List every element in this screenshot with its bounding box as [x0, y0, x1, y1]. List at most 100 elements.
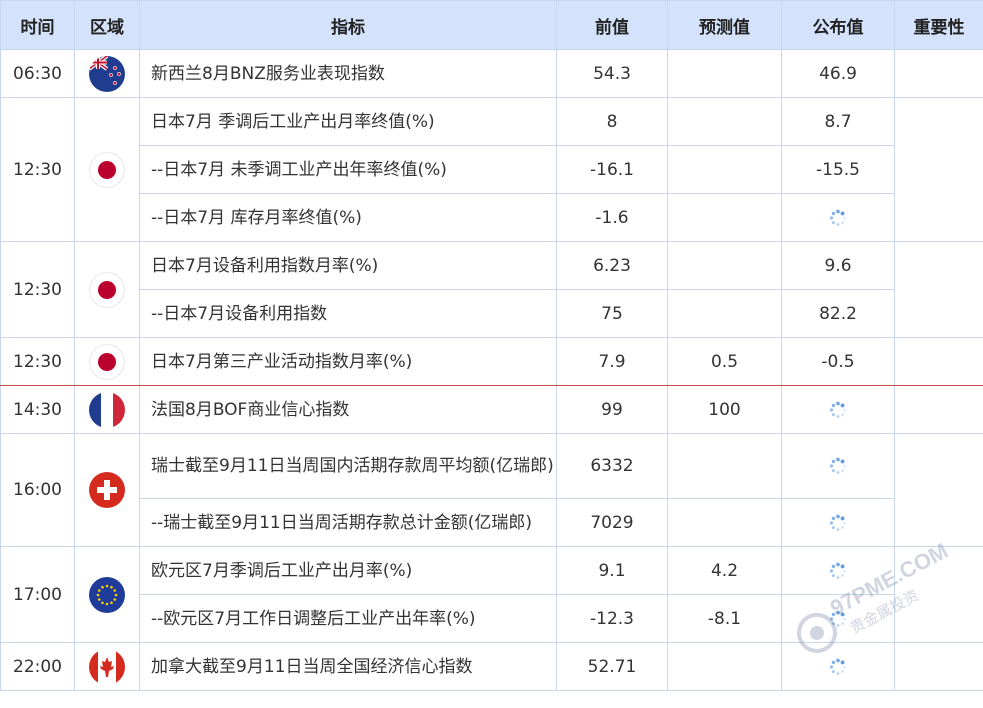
previous-value: 8	[556, 97, 668, 146]
row-time: 06:30	[0, 49, 75, 98]
forecast-value	[667, 145, 782, 194]
row-time: 22:00	[0, 642, 75, 691]
table-row: 17:00 欧元区7月季调后工业产出月率(%) 9.1 4.2	[0, 546, 983, 643]
row-time: 17:00	[0, 546, 75, 643]
table-row: --日本7月 库存月率终值(%) -1.6	[1, 193, 983, 242]
table-row: 14:30 法国8月BOF商业信心指数 99 100	[0, 385, 983, 434]
actual-value: 9.6	[781, 241, 895, 290]
previous-value: 99	[556, 385, 668, 434]
previous-value: 7029	[556, 498, 668, 547]
row-time: 14:30	[0, 385, 75, 434]
indicator-name: 瑞士截至9月11日当周国内活期存款周平均额(亿瑞郎)	[139, 433, 557, 499]
importance-cell	[894, 642, 983, 691]
canada-flag-icon	[89, 648, 125, 685]
loading-spinner-icon	[829, 514, 847, 532]
eurozone-flag-icon	[89, 576, 125, 613]
table-row: 12:30 日本7月 季调后工业产出月率终值(%) 8 8.7	[0, 97, 983, 242]
region-cell	[74, 642, 140, 691]
header-actual: 公布值	[781, 0, 895, 50]
region-cell	[74, 433, 140, 547]
previous-value: 6.23	[556, 241, 668, 290]
table-row: 12:30 日本7月第三产业活动指数月率(%) 7.9 0.5 -0.5	[0, 337, 983, 386]
actual-value: -0.5	[781, 337, 895, 386]
forecast-value	[667, 49, 782, 98]
previous-value: -1.6	[556, 193, 668, 242]
japan-flag-icon	[89, 151, 125, 188]
importance-cell	[894, 433, 983, 547]
table-row: 06:30 新西兰8月BNZ服务业表现指数 54.3 46.9	[0, 49, 983, 98]
indicator-name: --欧元区7月工作日调整后工业产出年率(%)	[139, 594, 557, 643]
loading-spinner-icon	[829, 209, 847, 227]
indicator-name: 日本7月设备利用指数月率(%)	[139, 241, 557, 290]
importance-cell	[894, 546, 983, 643]
forecast-value	[667, 498, 782, 547]
indicator-name: 日本7月第三产业活动指数月率(%)	[139, 337, 557, 386]
japan-flag-icon	[89, 343, 125, 380]
loading-spinner-icon	[829, 401, 847, 419]
table-header-row: 时间 区域 指标 前值 预测值 公布值 重要性	[0, 0, 983, 50]
actual-value: 8.7	[781, 97, 895, 146]
forecast-value: 0.5	[667, 337, 782, 386]
table-row: 22:00 加拿大截至9月11日当周全国经济信心指数 52.71	[0, 642, 983, 691]
new-zealand-flag-icon	[89, 55, 125, 92]
indicator-name: --日本7月设备利用指数	[139, 289, 557, 338]
japan-flag-icon	[89, 271, 125, 308]
indicator-name: 欧元区7月季调后工业产出月率(%)	[139, 546, 557, 595]
indicator-name: 新西兰8月BNZ服务业表现指数	[139, 49, 557, 98]
indicator-name: --日本7月 未季调工业产出年率终值(%)	[139, 145, 557, 194]
indicator-name: --日本7月 库存月率终值(%)	[139, 193, 557, 242]
previous-value: 75	[556, 289, 668, 338]
region-cell	[74, 546, 140, 643]
actual-value: 46.9	[781, 49, 895, 98]
france-flag-icon	[89, 391, 125, 428]
forecast-value	[667, 193, 782, 242]
header-indicator: 指标	[139, 0, 557, 50]
previous-value: -12.3	[556, 594, 668, 643]
indicator-name: 加拿大截至9月11日当周全国经济信心指数	[139, 642, 557, 691]
forecast-value: 100	[667, 385, 782, 434]
indicator-name: --瑞士截至9月11日当周活期存款总计金额(亿瑞郎)	[139, 498, 557, 547]
previous-value: 6332	[556, 433, 668, 499]
region-cell	[74, 385, 140, 434]
actual-value	[781, 642, 895, 691]
row-time: 12:30	[0, 97, 75, 242]
actual-value	[781, 385, 895, 434]
loading-spinner-icon	[829, 610, 847, 628]
importance-cell	[894, 49, 983, 98]
table-row: 16:00 瑞士截至9月11日当周国内活期存款周平均额(亿瑞郎) 6332	[0, 433, 983, 547]
forecast-value: 4.2	[667, 546, 782, 595]
loading-spinner-icon	[829, 562, 847, 580]
table-row: --日本7月 未季调工业产出年率终值(%) -16.1 -15.5	[1, 145, 983, 194]
table-row: --欧元区7月工作日调整后工业产出年率(%) -12.3 -8.1	[1, 594, 983, 643]
economic-calendar-table: 时间 区域 指标 前值 预测值 公布值 重要性 06:30 新西兰8月BNZ服务…	[0, 0, 983, 691]
header-time: 时间	[0, 0, 75, 50]
actual-value	[781, 498, 895, 547]
importance-cell	[894, 97, 983, 242]
region-cell	[74, 241, 140, 338]
indicator-name: 法国8月BOF商业信心指数	[139, 385, 557, 434]
region-cell	[74, 337, 140, 386]
row-time: 16:00	[0, 433, 75, 547]
header-importance: 重要性	[894, 0, 983, 50]
previous-value: -16.1	[556, 145, 668, 194]
table-row: --日本7月设备利用指数 75 82.2	[1, 289, 983, 338]
header-previous: 前值	[556, 0, 668, 50]
row-time: 12:30	[0, 241, 75, 338]
loading-spinner-icon	[829, 658, 847, 676]
forecast-value	[667, 642, 782, 691]
actual-value	[781, 546, 895, 595]
actual-value	[781, 193, 895, 242]
indicator-name: 日本7月 季调后工业产出月率终值(%)	[139, 97, 557, 146]
row-time: 12:30	[0, 337, 75, 386]
forecast-value	[667, 97, 782, 146]
header-forecast: 预测值	[667, 0, 782, 50]
switzerland-flag-icon	[89, 472, 125, 508]
actual-value: -15.5	[781, 145, 895, 194]
importance-cell	[894, 385, 983, 434]
header-region: 区域	[74, 0, 140, 50]
loading-spinner-icon	[829, 457, 847, 475]
region-cell	[74, 49, 140, 98]
forecast-value	[667, 433, 782, 499]
actual-value: 82.2	[781, 289, 895, 338]
importance-cell	[894, 241, 983, 338]
